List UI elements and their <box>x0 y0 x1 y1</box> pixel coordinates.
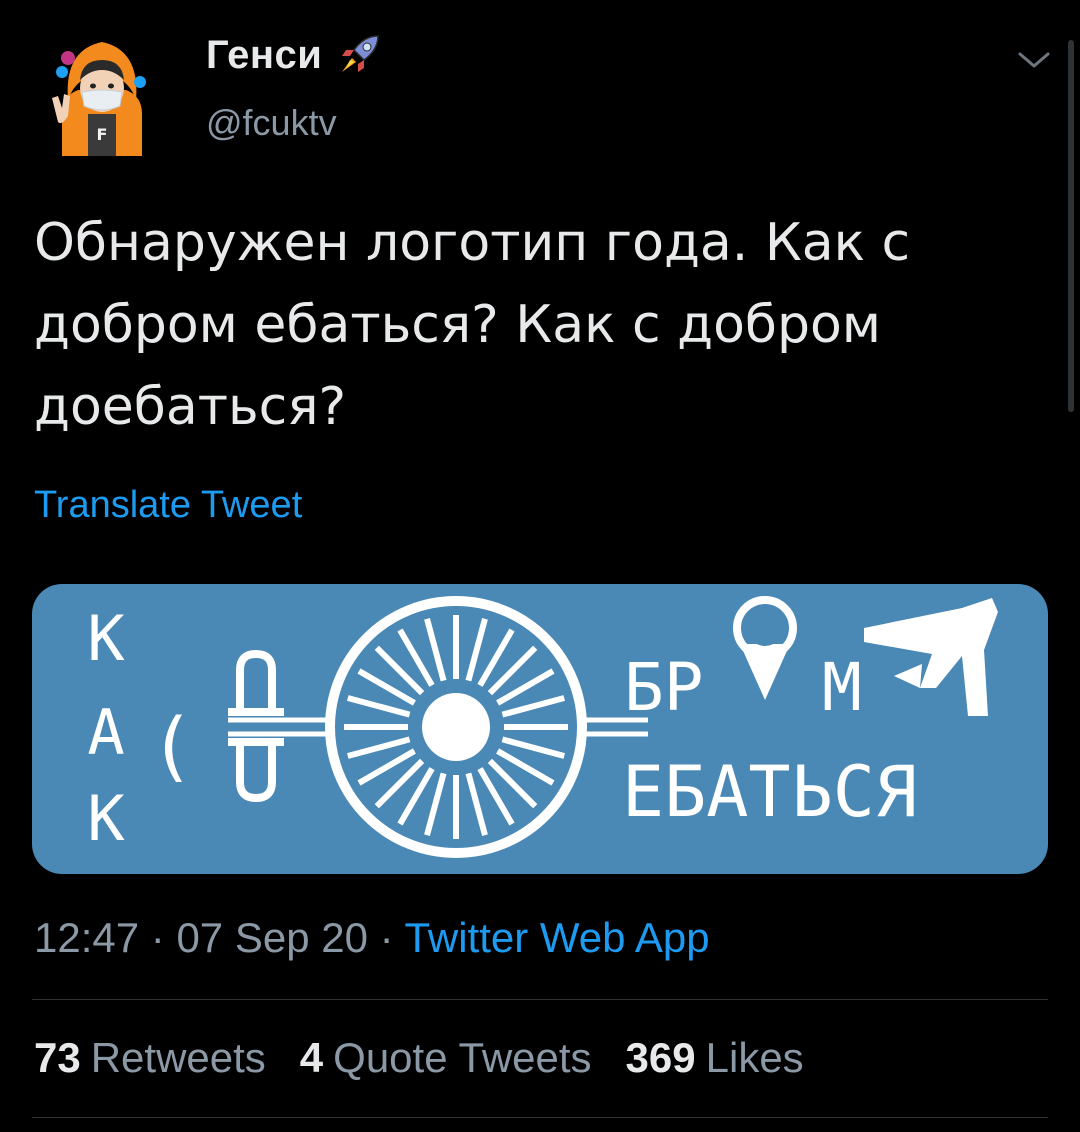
logo-image: К А К ( БР М ЕБАТЬСЯ <box>87 596 998 858</box>
divider <box>32 999 1048 1000</box>
svg-text:F: F <box>97 125 108 144</box>
translate-tweet-link[interactable]: Translate Tweet <box>34 484 302 527</box>
quote-tweets-label: Quote Tweets <box>333 1034 592 1081</box>
retweets-stat[interactable]: 73 Retweets <box>34 1034 266 1082</box>
author-name-row[interactable]: Генси <box>206 30 384 80</box>
likes-label: Likes <box>705 1034 804 1081</box>
author-handle[interactable]: @fcuktv <box>206 102 337 144</box>
quote-tweets-count: 4 <box>299 1034 324 1081</box>
logo-d-bottom <box>236 742 276 803</box>
logo-text-br: БР <box>624 649 703 726</box>
logo-text-ebatsya: ЕБАТЬСЯ <box>622 751 917 833</box>
logo-text-m: М <box>822 649 862 726</box>
airplane-icon <box>864 598 998 716</box>
logo-letter-k2: К <box>87 782 125 855</box>
tweet-source-link[interactable]: Twitter Web App <box>405 914 710 961</box>
tweet-timestamp-row: 12:47 · 07 Sep 20 · Twitter Web App <box>34 914 710 962</box>
logo-letter-a: А <box>87 696 124 769</box>
tweet-text: Обнаружен логотип года. Как с добром еба… <box>34 213 911 437</box>
likes-count: 369 <box>625 1034 696 1081</box>
logo-letter-k1: К <box>87 602 125 675</box>
scrollbar[interactable] <box>1068 40 1074 412</box>
logo-d-top <box>236 649 276 712</box>
likes-stat[interactable]: 369 Likes <box>626 1034 804 1082</box>
divider <box>32 1117 1048 1118</box>
quote-tweets-stat[interactable]: 4 Quote Tweets <box>300 1034 592 1082</box>
display-name[interactable]: Генси <box>206 33 322 78</box>
tweet-date[interactable]: 07 Sep 20 <box>176 914 368 961</box>
separator-dot: · <box>367 914 405 961</box>
chevron-down-icon[interactable] <box>1016 48 1052 72</box>
rocket-emoji-icon <box>342 35 380 72</box>
separator-dot: · <box>139 914 177 961</box>
map-pin-icon <box>733 596 797 700</box>
tweet-time[interactable]: 12:47 <box>34 914 139 961</box>
retweets-count: 73 <box>34 1034 81 1081</box>
logo-letter-s: ( <box>149 701 195 790</box>
tweet-stats: 73 Retweets 4 Quote Tweets 369 Likes <box>34 1034 804 1082</box>
retweets-label: Retweets <box>90 1034 266 1081</box>
tweet-media-image[interactable]: К А К ( БР М ЕБАТЬСЯ <box>32 584 1048 874</box>
avatar[interactable]: F <box>48 36 156 156</box>
logo-wheel <box>325 596 587 858</box>
avatar-icon: F <box>52 42 146 156</box>
